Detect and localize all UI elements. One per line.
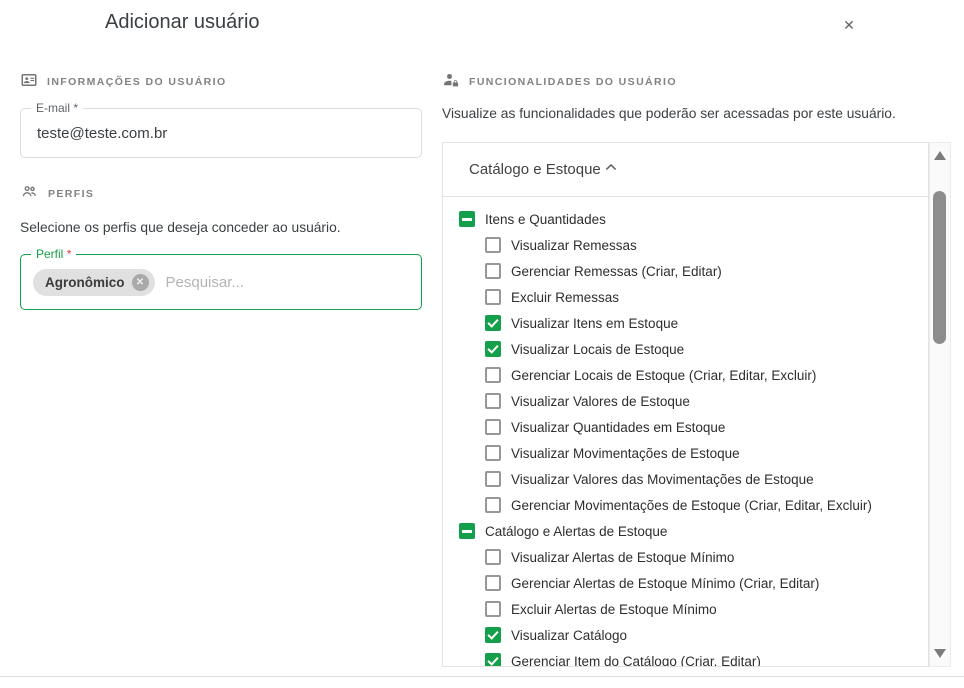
permission-checkbox[interactable] — [485, 289, 501, 305]
person-lock-icon — [442, 71, 460, 94]
section-title: FUNCIONALIDADES DO USUÁRIO — [469, 76, 677, 88]
permission-row: Visualizar Movimentações de Estoque — [443, 440, 928, 466]
features-section-header: FUNCIONALIDADES DO USUÁRIO — [442, 73, 951, 91]
permission-checkbox[interactable] — [485, 627, 501, 643]
section-title: INFORMAÇÕES DO USUÁRIO — [47, 76, 227, 88]
permission-label[interactable]: Gerenciar Locais de Estoque (Criar, Edit… — [511, 368, 816, 383]
permission-row: Visualizar Alertas de Estoque Mínimo — [443, 544, 928, 570]
permission-checkbox[interactable] — [485, 237, 501, 253]
accordion-catalogo-estoque[interactable]: Catálogo e Estoque — [443, 143, 928, 197]
group-label[interactable]: Catálogo e Alertas de Estoque — [485, 524, 667, 539]
email-field: E-mail * — [20, 108, 422, 158]
permission-label[interactable]: Gerenciar Alertas de Estoque Mínimo (Cri… — [511, 576, 819, 591]
permission-label[interactable]: Visualizar Movimentações de Estoque — [511, 446, 740, 461]
permission-row: Gerenciar Movimentações de Estoque (Cria… — [443, 492, 928, 518]
permission-checkbox[interactable] — [485, 341, 501, 357]
section-title: PERFIS — [48, 188, 94, 200]
permission-label[interactable]: Visualizar Quantidades em Estoque — [511, 420, 725, 435]
permission-checkbox[interactable] — [485, 419, 501, 435]
permission-label[interactable]: Visualizar Locais de Estoque — [511, 342, 684, 357]
user-info-section-header: INFORMAÇÕES DO USUÁRIO — [20, 73, 422, 91]
features-description: Visualize as funcionalidades que poderão… — [442, 106, 951, 121]
contact-card-icon — [20, 71, 38, 94]
group-label[interactable]: Itens e Quantidades — [485, 212, 606, 227]
permission-row: Excluir Alertas de Estoque Mínimo — [443, 596, 928, 622]
profiles-section-header: PERFIS — [20, 185, 422, 203]
permission-row: Itens e Quantidades — [443, 206, 928, 232]
scrollbar-up-arrow-icon[interactable] — [934, 151, 946, 160]
permission-checkbox[interactable] — [485, 315, 501, 331]
dialog-footer-divider — [0, 676, 964, 677]
chevron-up-icon — [601, 157, 621, 182]
scrollbar-down-arrow-icon[interactable] — [934, 649, 946, 658]
required-asterisk-glyph: * — [67, 247, 72, 261]
permission-checkbox[interactable] — [485, 575, 501, 591]
profile-select-field: Perfil * Agronômico ✕ — [20, 254, 422, 310]
permission-checkbox[interactable] — [485, 445, 501, 461]
permission-row: Excluir Remessas — [443, 284, 928, 310]
permission-row: Gerenciar Remessas (Criar, Editar) — [443, 258, 928, 284]
permission-row: Gerenciar Locais de Estoque (Criar, Edit… — [443, 362, 928, 388]
features-column: FUNCIONALIDADES DO USUÁRIO Visualize as … — [442, 73, 951, 667]
close-icon[interactable]: ✕ — [838, 14, 860, 36]
permission-row: Visualizar Itens em Estoque — [443, 310, 928, 336]
permission-row: Gerenciar Item do Catálogo (Criar, Edita… — [443, 648, 928, 667]
permission-row: Gerenciar Alertas de Estoque Mínimo (Cri… — [443, 570, 928, 596]
scrollbar-thumb[interactable] — [933, 191, 946, 344]
permission-checkbox[interactable] — [485, 367, 501, 383]
permission-label[interactable]: Excluir Alertas de Estoque Mínimo — [511, 602, 717, 617]
permission-row: Visualizar Valores das Movimentações de … — [443, 466, 928, 492]
permission-label[interactable]: Visualizar Valores das Movimentações de … — [511, 472, 814, 487]
permission-checkbox[interactable] — [485, 601, 501, 617]
profile-field-label-text: Perfil — [36, 247, 63, 261]
permission-row: Visualizar Quantidades em Estoque — [443, 414, 928, 440]
permission-row: Visualizar Valores de Estoque — [443, 388, 928, 414]
profile-chip-label: Agronômico — [45, 275, 125, 290]
user-info-column: INFORMAÇÕES DO USUÁRIO E-mail * PERFIS S… — [20, 73, 422, 310]
scrollbar[interactable] — [929, 142, 951, 667]
page-title: Adicionar usuário — [105, 11, 260, 34]
permission-label[interactable]: Gerenciar Remessas (Criar, Editar) — [511, 264, 722, 279]
group-icon — [20, 182, 39, 206]
accordion-title: Catálogo e Estoque — [469, 161, 601, 178]
permission-row: Visualizar Catálogo — [443, 622, 928, 648]
permission-checkbox[interactable] — [485, 497, 501, 513]
profiles-description: Selecione os perfis que deseja conceder … — [20, 220, 422, 235]
add-user-dialog: Adicionar usuário ✕ INFORMAÇÕES DO USUÁR… — [0, 0, 964, 688]
features-panel: Catálogo e Estoque Itens e Quantidades V… — [442, 142, 929, 667]
permission-label[interactable]: Visualizar Remessas — [511, 238, 637, 253]
profile-chip: Agronômico ✕ — [33, 269, 155, 296]
permission-label[interactable]: Excluir Remessas — [511, 290, 619, 305]
email-field-label: E-mail * — [31, 101, 83, 116]
permission-checkbox[interactable] — [485, 393, 501, 409]
permission-label[interactable]: Gerenciar Item do Catálogo (Criar, Edita… — [511, 654, 761, 668]
permissions-list: Itens e Quantidades Visualizar Remessas … — [443, 197, 928, 667]
chip-remove-icon[interactable]: ✕ — [132, 274, 149, 291]
permission-checkbox[interactable] — [485, 653, 501, 667]
permission-row: Visualizar Locais de Estoque — [443, 336, 928, 362]
profile-field-label: Perfil * — [31, 247, 76, 262]
email-input[interactable] — [21, 109, 421, 157]
chips-container: Agronômico ✕ — [33, 269, 155, 296]
features-panel-wrap: Catálogo e Estoque Itens e Quantidades V… — [442, 142, 951, 667]
permission-row: Catálogo e Alertas de Estoque — [443, 518, 928, 544]
permission-label[interactable]: Visualizar Valores de Estoque — [511, 394, 690, 409]
permission-label[interactable]: Visualizar Itens em Estoque — [511, 316, 678, 331]
group-checkbox[interactable] — [459, 211, 475, 227]
profile-search-input[interactable] — [166, 274, 410, 291]
permission-checkbox[interactable] — [485, 549, 501, 565]
permission-checkbox[interactable] — [485, 263, 501, 279]
permission-label[interactable]: Visualizar Catálogo — [511, 628, 627, 643]
group-checkbox[interactable] — [459, 523, 475, 539]
permission-label[interactable]: Visualizar Alertas de Estoque Mínimo — [511, 550, 734, 565]
permission-row: Visualizar Remessas — [443, 232, 928, 258]
permission-checkbox[interactable] — [485, 471, 501, 487]
permission-label[interactable]: Gerenciar Movimentações de Estoque (Cria… — [511, 498, 872, 513]
